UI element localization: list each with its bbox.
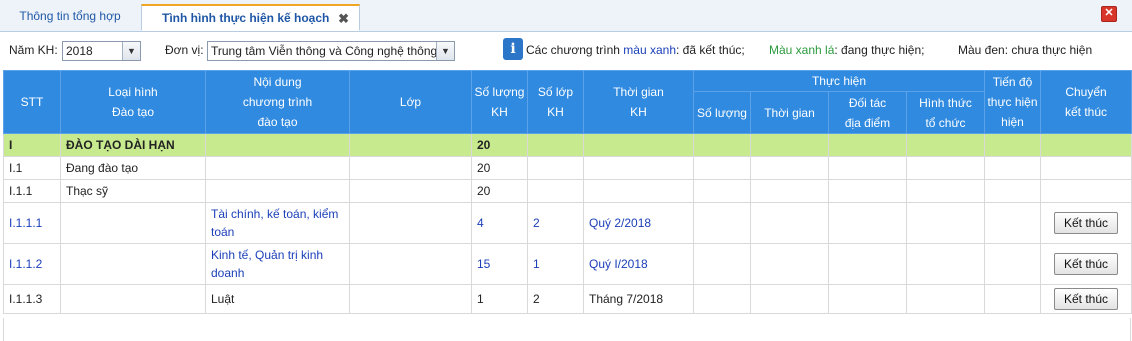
table-row: I.1.1.1 Tài chính, kế toán, kiểm toán 42… — [3, 202, 1132, 244]
header-planned-classes: Số lớp KH — [527, 70, 584, 134]
header-stt: STT — [3, 70, 61, 134]
table-row: I.1.1.2 Kinh tế, Quản trị kinh doanh 15 1… — [3, 243, 1132, 285]
table-row: I.1 Đang đào tạo 20 — [3, 156, 1132, 180]
header-exec-form: Hình thức tổ chức — [906, 91, 985, 134]
header-class: Lớp — [349, 70, 472, 134]
header-exec-count: Số lượng — [693, 91, 751, 134]
finish-button[interactable]: Kết thúc — [1054, 212, 1118, 234]
unit-select[interactable]: Trung tâm Viễn thông và Công nghệ thông … — [207, 41, 455, 61]
window-close-icon[interactable]: ✕ — [1101, 6, 1117, 22]
year-select[interactable]: 2018 ▼ — [62, 41, 141, 61]
unit-label: Đơn vị: — [165, 43, 204, 57]
legend-in-progress: Màu xanh lá: đang thực hiện; — [769, 43, 925, 57]
header-progress: Tiến độ thực hiện hiện — [984, 70, 1041, 134]
chevron-down-icon: ▼ — [122, 42, 140, 60]
close-tab-icon[interactable]: ✖ — [338, 6, 349, 31]
legend-not-started: Màu đen: chưa thực hiện — [958, 43, 1093, 57]
tab-plan-progress-label: Tình hình thực hiện kế hoạch — [162, 11, 330, 25]
tab-summary[interactable]: Thông tin tổng hợp — [4, 4, 136, 31]
header-execution: Thực hiện — [693, 70, 985, 92]
legend-done: Các chương trình màu xanh: đã kết thúc; — [526, 43, 745, 57]
chevron-down-icon: ▼ — [436, 42, 454, 60]
year-label: Năm KH: — [9, 43, 58, 57]
table-row: I.1.1.3 Luật 1 2 Tháng 7/2018 Kết thúc — [3, 284, 1132, 314]
tab-plan-progress[interactable]: Tình hình thực hiện kế hoạch ✖ — [141, 4, 360, 31]
finish-button[interactable]: Kết thúc — [1054, 253, 1118, 275]
plan-table: STT Loại hình Đào tạo Nội dung chương trìn… — [3, 70, 1132, 314]
table-empty-area — [3, 318, 1131, 341]
header-training-type: Loại hình Đào tạo — [60, 70, 206, 134]
unit-select-value: Trung tâm Viễn thông và Công nghệ thông … — [211, 44, 454, 58]
header-planned-count: Số lượng KH — [471, 70, 528, 134]
tab-bar: Thông tin tổng hợp Tình hình thực hiện k… — [0, 0, 1132, 32]
info-icon: i — [503, 38, 523, 60]
header-finish: Chuyển kết thúc — [1040, 70, 1132, 134]
year-select-value: 2018 — [66, 44, 93, 58]
table-row: I.1.1 Thạc sỹ 20 — [3, 179, 1132, 203]
table-row: I ĐÀO TẠO DÀI HẠN 20 — [3, 133, 1132, 157]
finish-button[interactable]: Kết thúc — [1054, 288, 1118, 310]
header-exec-time: Thời gian — [750, 91, 829, 134]
header-exec-partner: Đối tác địa điểm — [828, 91, 907, 134]
header-planned-time: Thời gian KH — [583, 70, 694, 134]
header-program-content: Nội dung chương trình đào tạo — [205, 70, 350, 134]
